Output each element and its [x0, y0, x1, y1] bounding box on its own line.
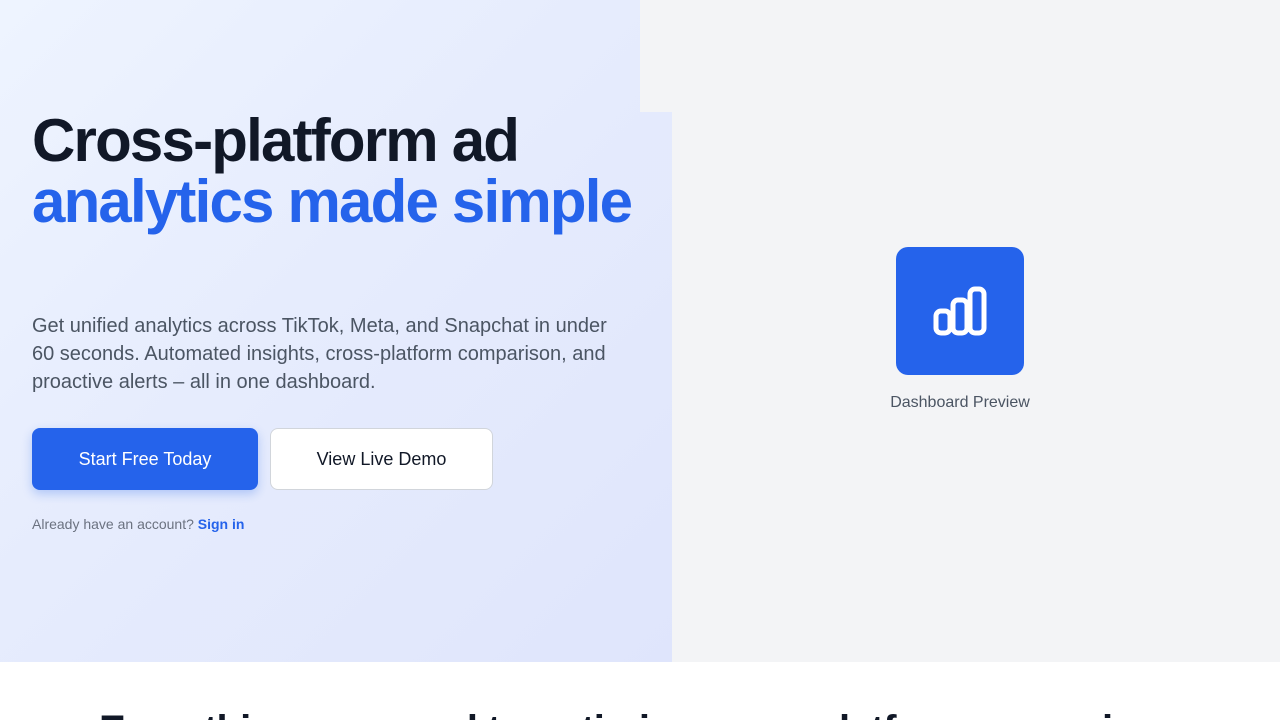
dashboard-preview-tile	[896, 247, 1024, 375]
account-prompt-text: Already have an account?	[32, 516, 194, 532]
dashboard-preview-label: Dashboard Preview	[890, 394, 1030, 411]
hero-subtext: Get unified analytics across TikTok, Met…	[32, 315, 607, 393]
hero-panel-notch	[640, 0, 672, 112]
view-demo-button[interactable]: View Live Demo	[270, 428, 493, 490]
features-section: Everything you need to optimize cross-pl…	[0, 662, 1280, 720]
hero-headline: Cross-platform ad analytics made simple	[32, 107, 633, 235]
signin-prompt: Already have an account? Sign in	[32, 514, 244, 534]
headline-primary: Cross-platform ad	[32, 107, 520, 174]
bar-chart-icon	[933, 286, 987, 336]
headline-accent: analytics made simple	[32, 168, 633, 235]
hero-section: Cross-platform ad analytics made simple …	[0, 0, 1280, 662]
features-heading: Everything you need to optimize cross-pl…	[0, 706, 1280, 720]
start-free-button[interactable]: Start Free Today	[32, 428, 258, 490]
signin-link[interactable]: Sign in	[198, 516, 245, 532]
